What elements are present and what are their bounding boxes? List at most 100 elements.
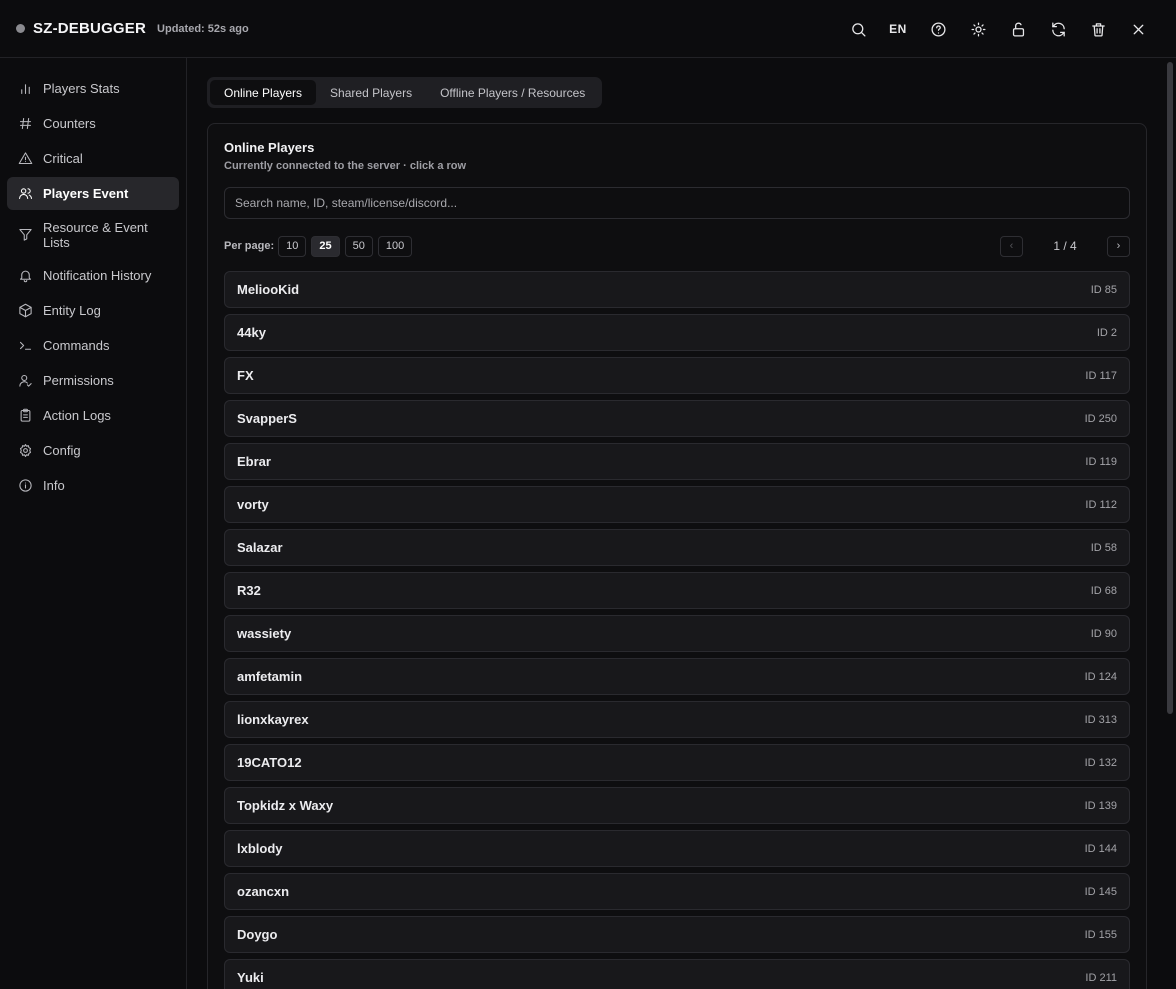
player-name: FX [237,368,254,383]
player-id: ID 155 [1084,928,1117,941]
per-page-label: Per page: [224,240,275,252]
player-name: Yuki [237,970,264,985]
scrollbar[interactable] [1164,58,1176,989]
tab-shared-players[interactable]: Shared Players [316,80,426,105]
player-id: ID 211 [1085,971,1117,984]
header-actions: EN [838,0,1158,58]
player-row[interactable]: lionxkayrex ID 313 [224,701,1130,738]
hash-icon [19,117,31,130]
search-button[interactable] [838,9,878,49]
help-icon [930,21,946,37]
next-page-button[interactable]: › [1107,235,1130,257]
player-id: ID 313 [1084,713,1117,726]
player-id: ID 85 [1090,283,1117,296]
clear-button[interactable] [1078,9,1118,49]
tab-online-players[interactable]: Online Players [210,80,317,105]
status-dot [16,24,25,33]
player-id: ID 117 [1085,369,1117,382]
sidebar-item-players-event[interactable]: Players Event [7,177,179,210]
card-subtitle: Currently connected to the server · clic… [224,160,467,172]
player-id: ID 58 [1090,541,1117,554]
cube-icon [18,303,32,318]
player-row[interactable]: 19CATO12 ID 132 [224,744,1130,781]
sidebar-item-label: Info [43,478,65,493]
scrollbar-thumb[interactable] [1167,62,1173,714]
player-name: lxblody [237,841,283,856]
warning-icon [18,152,32,165]
refresh-button[interactable] [1038,9,1078,49]
sun-icon [970,21,986,37]
sidebar-item-info[interactable]: Info [7,469,179,502]
per-page-option-50[interactable]: 50 [344,235,373,257]
search-input[interactable] [224,187,1130,219]
player-row[interactable]: R32 ID 68 [224,572,1130,609]
users-icon [18,188,32,200]
per-page-option-100[interactable]: 100 [377,235,413,257]
player-id: ID 144 [1084,842,1117,855]
player-row[interactable]: lxblody ID 144 [224,830,1130,867]
player-row[interactable]: MeliooKid ID 85 [224,271,1130,308]
player-row[interactable]: Doygo ID 155 [224,916,1130,953]
player-name: Salazar [237,540,283,555]
bar-chart-icon [20,84,30,95]
per-page-option-10[interactable]: 10 [278,235,307,257]
sidebar-item-label: Resource & Event Lists [43,219,148,250]
player-row[interactable]: Topkidz x Waxy ID 139 [224,787,1130,824]
pagination: ‹ 1 / 4 › [1000,235,1130,257]
player-row[interactable]: SvapperS ID 250 [224,400,1130,437]
player-row[interactable]: ozancxn ID 145 [224,873,1130,910]
prev-page-button[interactable]: ‹ [1000,235,1023,257]
player-row[interactable]: FX ID 117 [224,357,1130,394]
language-button[interactable]: EN [878,9,918,49]
player-name: 19CATO12 [237,755,302,770]
player-id: ID 90 [1090,627,1117,640]
sidebar-item-label: Permissions [43,373,114,388]
sidebar-item-label: Notification History [43,268,152,283]
lock-button[interactable] [998,9,1038,49]
trash-icon [1091,22,1105,37]
player-id: ID 250 [1084,412,1117,425]
player-name: R32 [237,583,261,598]
sidebar-item-notification-history[interactable]: Notification History [7,259,179,292]
top-bar: SZ-DEBUGGER Updated: 52s ago EN [0,0,1176,58]
online-players-card: Online Players Currently connected to th… [207,123,1147,989]
help-button[interactable] [918,9,958,49]
card-title: Online Players [224,140,315,155]
player-row[interactable]: vorty ID 112 [224,486,1130,523]
sidebar-item-critical[interactable]: Critical [7,142,179,175]
filter-icon [18,228,32,241]
refresh-icon [1051,21,1065,37]
player-id: ID 112 [1085,498,1117,511]
sidebar-item-label: Players Stats [43,81,120,96]
tab-offline-players-resources[interactable]: Offline Players / Resources [426,80,599,105]
sidebar-item-label: Counters [43,116,96,131]
sidebar-item-counters[interactable]: Counters [7,107,179,140]
sidebar: Players Stats Counters Critical Players … [0,58,187,989]
player-row[interactable]: wassiety ID 90 [224,615,1130,652]
player-row[interactable]: Yuki ID 211 [224,959,1130,989]
sidebar-item-entity-log[interactable]: Entity Log [7,294,179,327]
per-page-selector: Per page: 10 25 50 100 [224,235,417,257]
close-button[interactable] [1118,9,1158,49]
per-page-option-25[interactable]: 25 [311,235,340,257]
sidebar-item-commands[interactable]: Commands [7,329,179,362]
main-content: Online Players Shared Players Offline Pl… [188,58,1164,989]
player-name: amfetamin [237,669,303,684]
player-row[interactable]: Ebrar ID 119 [224,443,1130,480]
sidebar-item-action-logs[interactable]: Action Logs [7,399,179,432]
close-icon [1133,24,1143,34]
player-row[interactable]: Salazar ID 58 [224,529,1130,566]
player-id: ID 145 [1084,885,1117,898]
player-name: lionxkayrex [237,712,309,727]
app-title: SZ-DEBUGGER [33,20,147,37]
user-check-icon [18,374,32,387]
player-name: ozancxn [237,884,290,899]
sidebar-item-resource-event-lists[interactable]: Resource & Event Lists [7,212,179,257]
sidebar-item-players-stats[interactable]: Players Stats [7,72,179,105]
player-name: MeliooKid [237,282,300,297]
sidebar-item-config[interactable]: Config [7,434,179,467]
sidebar-item-permissions[interactable]: Permissions [7,364,179,397]
theme-toggle-button[interactable] [958,9,998,49]
player-row[interactable]: 44ky ID 2 [224,314,1130,351]
player-row[interactable]: amfetamin ID 124 [224,658,1130,695]
